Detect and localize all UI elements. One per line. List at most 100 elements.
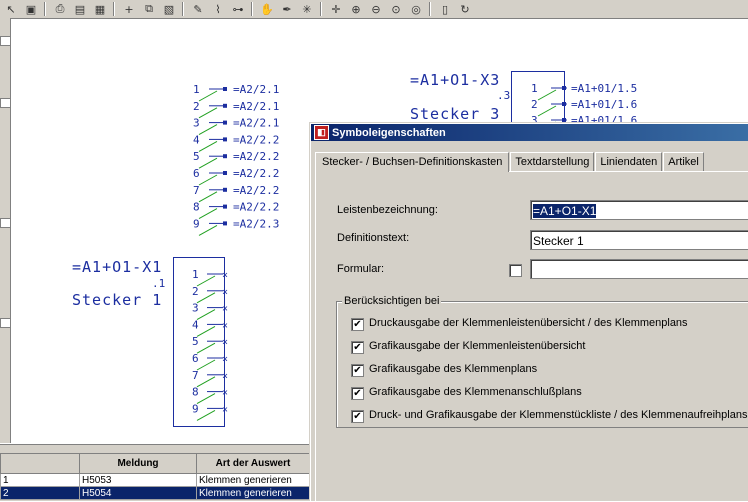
strip-x1-title: Stecker 1: [72, 291, 163, 309]
column-header-meldung[interactable]: Meldung: [79, 453, 197, 474]
tab-liniendaten[interactable]: Liniendaten: [595, 152, 663, 171]
terminal-dot: [223, 171, 227, 175]
strip-x1-box[interactable]: [173, 257, 225, 427]
left-toolbar-handle[interactable]: [0, 98, 11, 108]
zoom-in-icon[interactable]: ⊕: [347, 1, 365, 17]
row-text: Klemmen generieren: [196, 473, 310, 487]
row-number: 1: [0, 473, 80, 487]
terminal-dot: [223, 154, 227, 159]
column-header-num[interactable]: [0, 453, 80, 474]
option-checkbox[interactable]: ✔: [351, 364, 364, 377]
strip-x3-title: Stecker 3: [410, 105, 501, 123]
paste-icon[interactable]: ▧: [160, 1, 178, 17]
option-checkbox[interactable]: ✔: [351, 387, 364, 400]
options-group-title: Berücksichtigen bei: [342, 295, 442, 307]
column-header-art[interactable]: Art der Auswert: [196, 453, 310, 474]
table-row[interactable]: 2 H5054 Klemmen generieren: [0, 486, 310, 500]
row-text: Klemmen generieren: [196, 486, 310, 500]
connection-wire: [198, 174, 218, 186]
layers-icon[interactable]: ▤: [71, 1, 89, 17]
terminal-target: =A2/2.3: [233, 217, 279, 230]
terminal-dot: [223, 137, 227, 142]
zoom-fit-icon[interactable]: ⊙: [387, 1, 405, 17]
connection-wire: [198, 107, 218, 119]
toolbar-separator: [44, 2, 45, 16]
terminal-target: =A2/2.2: [233, 167, 279, 180]
refresh-icon[interactable]: ↻: [456, 1, 474, 17]
option-label: Grafikausgabe des Klemmenplans: [369, 363, 538, 375]
plus-icon[interactable]: +: [120, 1, 138, 17]
leisten-label: Leistenbezeichnung:: [337, 204, 438, 216]
terminal-number: 4: [193, 133, 200, 146]
print-icon[interactable]: ⎙: [51, 1, 69, 17]
strip-x3-index: .3: [497, 89, 511, 102]
formular-input[interactable]: [530, 259, 748, 279]
main-toolbar: ↖ ▣ ⎙ ▤ ▦ + ⧉ ▧ ✎ ⌇ ⊶ ✋ ✒ ✳ ✛ ⊕ ⊖ ⊙ ◎ ▯ ↻: [0, 0, 748, 19]
left-toolbar-handle[interactable]: [0, 218, 11, 228]
terminal-target: =A2/2.1: [233, 117, 279, 130]
left-toolbar-handle[interactable]: [0, 36, 11, 46]
tab-stecker-buchsen[interactable]: Stecker- / Buchsen-Definitionskasten: [315, 152, 510, 172]
formular-label: Formular:: [337, 263, 385, 275]
pen-icon[interactable]: ✒: [278, 1, 296, 17]
connection-wire: [198, 157, 218, 169]
strip-x1-index: .1: [152, 277, 166, 290]
terminal-dot: [223, 87, 227, 91]
option-checkbox[interactable]: ✔: [351, 410, 364, 423]
dialog-titlebar[interactable]: ◧ Symboleigenschaften: [311, 124, 748, 141]
option-label: Grafikausgabe des Klemmenanschlußplans: [369, 386, 582, 398]
doc-icon[interactable]: ▯: [436, 1, 454, 17]
tab-textdarstellung[interactable]: Textdarstellung: [510, 152, 595, 171]
draw-icon[interactable]: ✎: [189, 1, 207, 17]
save-icon[interactable]: ▣: [22, 1, 40, 17]
zoom-out-icon[interactable]: ⊖: [367, 1, 385, 17]
table-row[interactable]: 1 H5053 Klemmen generieren: [0, 473, 310, 487]
message-panel: Meldung Art der Auswert 1 H5053 Klemmen …: [0, 444, 310, 501]
snap-icon[interactable]: ✳: [298, 1, 316, 17]
option-checkbox[interactable]: ✔: [351, 318, 364, 331]
tab-artikel[interactable]: Artikel: [663, 152, 704, 171]
row-code: H5053: [79, 473, 197, 487]
formular-checkbox[interactable]: [509, 264, 522, 277]
connection-wire: [198, 208, 218, 220]
wire-icon[interactable]: ⌇: [209, 1, 227, 17]
option-label: Grafikausgabe der Klemmenleistenübersich…: [369, 340, 586, 352]
option-checkbox[interactable]: ✔: [351, 341, 364, 354]
hand-icon[interactable]: ✋: [258, 1, 276, 17]
grid-icon[interactable]: ▦: [91, 1, 109, 17]
definition-input[interactable]: Stecker 1: [530, 230, 748, 250]
cursor-icon[interactable]: ↖: [2, 1, 20, 17]
connection-wire: [198, 224, 218, 236]
strip-x3-name: =A1+O1-X3: [410, 71, 501, 89]
toolbar-separator: [182, 2, 183, 16]
terminal-number: 7: [193, 184, 200, 197]
left-toolbar: [0, 18, 11, 443]
crosshair-icon[interactable]: ✛: [327, 1, 345, 17]
copy-icon[interactable]: ⧉: [140, 1, 158, 17]
zoom-100-icon[interactable]: ◎: [407, 1, 425, 17]
terminal-number: 9: [193, 217, 200, 230]
toolbar-separator: [320, 2, 321, 16]
terminal-dot: [223, 103, 227, 108]
row-code: H5054: [79, 486, 197, 500]
terminal-number: 6: [193, 167, 200, 180]
connect-icon[interactable]: ⊶: [229, 1, 247, 17]
terminal-target: =A1+01/1.5: [571, 82, 637, 95]
left-toolbar-handle[interactable]: [0, 318, 11, 328]
leisten-value: =A1+O1-X1: [533, 204, 597, 218]
terminal-dot: [223, 221, 227, 226]
terminal-dot: [223, 120, 227, 125]
toolbar-separator: [251, 2, 252, 16]
option-label: Druck- und Grafikausgabe der Klemmenstüc…: [369, 409, 748, 421]
terminal-target: =A2/2.2: [233, 150, 279, 163]
connection-wire: [198, 124, 218, 136]
terminal-target: =A2/2.2: [233, 201, 279, 214]
terminal-number: 8: [193, 201, 200, 214]
definition-label: Definitionstext:: [337, 232, 410, 244]
app-icon: ◧: [314, 125, 329, 140]
connection-wire: [198, 140, 218, 152]
connection-wire: [198, 191, 218, 203]
option-label: Druckausgabe der Klemmenleistenübersicht…: [369, 317, 688, 329]
terminal-number: 1: [193, 83, 200, 96]
leisten-input[interactable]: =A1+O1-X1: [530, 200, 748, 220]
